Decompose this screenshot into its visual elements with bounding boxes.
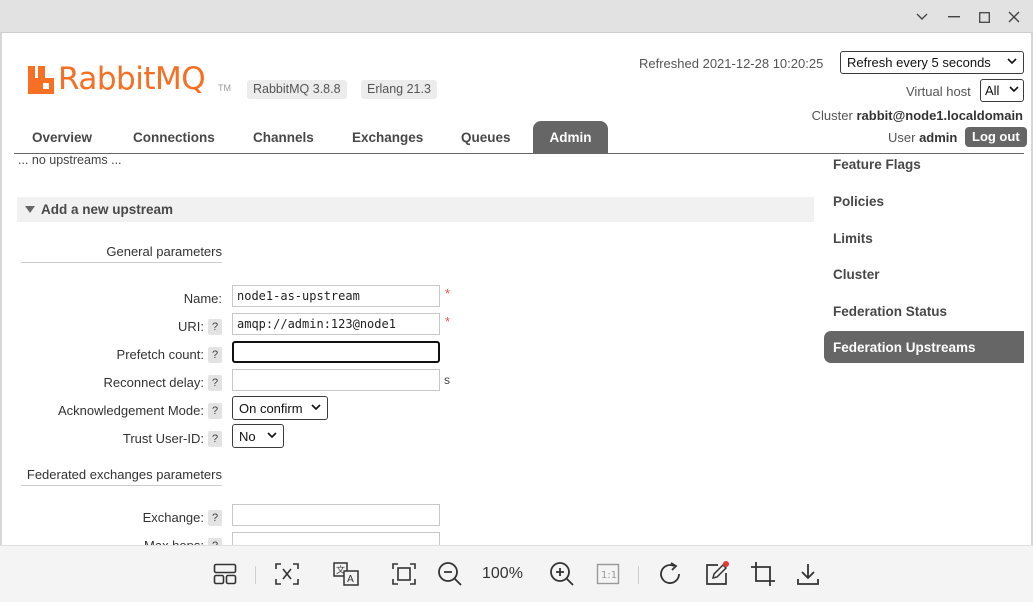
logo-wordmark: RabbitMQ (58, 61, 206, 97)
chevron-down-icon (311, 403, 321, 414)
ack-mode-value: On confirm (239, 400, 303, 416)
svg-text:1:1: 1:1 (601, 570, 617, 581)
uri-help-icon[interactable]: ? (208, 319, 222, 335)
virtual-host-select[interactable]: All (980, 79, 1024, 102)
chevron-down-icon (1009, 85, 1019, 96)
sidebar-item-policies[interactable]: Policies (824, 185, 1024, 217)
close-icon[interactable] (1003, 6, 1025, 28)
rabbit-logo-icon (28, 66, 54, 94)
virtual-host-value: All (985, 83, 1000, 98)
rabbitmq-version-badge: RabbitMQ 3.8.8 (247, 80, 347, 99)
refreshed-timestamp: Refreshed 2021-12-28 10:20:25 (639, 56, 824, 71)
rotate-icon[interactable] (656, 560, 684, 588)
toolbar-separator (255, 566, 256, 584)
no-upstreams-text: ... no upstreams ... (18, 153, 122, 167)
layout-icon[interactable] (211, 560, 239, 588)
trust-user-id-value: No (239, 428, 256, 444)
logo-trademark: TM (218, 83, 231, 93)
reconnect-delay-label: Reconnect delay: (103, 375, 204, 390)
tab-overview[interactable]: Overview (14, 121, 110, 154)
user-label: User (888, 130, 916, 145)
trust-user-id-select[interactable]: No (232, 424, 284, 448)
erlang-version-badge: Erlang 21.3 (361, 80, 437, 99)
zoom-in-icon[interactable] (548, 560, 576, 588)
trust-user-id-label: Trust User-ID: (122, 431, 204, 446)
prefetch-count-label: Prefetch count: (116, 347, 204, 362)
sidebar-item-feature-flags[interactable]: Feature Flags (824, 148, 1024, 180)
zoom-out-icon[interactable] (436, 560, 464, 588)
edit-icon[interactable] (703, 560, 731, 588)
trust-help-icon[interactable]: ? (208, 431, 222, 447)
federated-exchanges-heading: Federated exchanges parameters (21, 467, 222, 486)
tab-channels[interactable]: Channels (235, 121, 332, 154)
chevron-down-icon (267, 431, 277, 442)
sidebar-item-limits[interactable]: Limits (824, 222, 1024, 254)
prefetch-help-icon[interactable]: ? (208, 347, 222, 363)
exchange-input[interactable] (232, 504, 440, 526)
svg-text:A: A (347, 574, 354, 585)
logout-button[interactable]: Log out (965, 127, 1027, 147)
name-input[interactable]: node1-as-upstream (232, 285, 440, 307)
add-upstream-title: Add a new upstream (41, 202, 174, 217)
zoom-level: 100% (482, 565, 523, 582)
ack-help-icon[interactable]: ? (208, 403, 222, 419)
user-name: admin (919, 130, 958, 145)
general-parameters-heading: General parameters (21, 244, 222, 263)
toolbar-separator (638, 566, 639, 584)
viewer-toolbar: 文A 100% 1:1 (0, 545, 1033, 602)
window-frame-left (0, 33, 2, 545)
reconnect-delay-input[interactable] (232, 369, 440, 391)
sidebar-item-federation-upstreams[interactable]: Federation Upstreams (824, 331, 1024, 363)
refresh-interval-select[interactable]: Refresh every 5 seconds (840, 51, 1024, 74)
fit-screen-icon[interactable] (390, 560, 418, 588)
translate-icon[interactable]: 文A (332, 560, 360, 588)
name-label: Name: (183, 291, 222, 306)
tab-exchanges[interactable]: Exchanges (334, 121, 441, 154)
maximize-icon[interactable] (973, 6, 995, 28)
ack-mode-label: Acknowledgement Mode: (58, 403, 204, 418)
uri-input[interactable]: amqp://admin:123@node1 (232, 313, 440, 335)
sidebar-item-cluster[interactable]: Cluster (824, 258, 1024, 290)
tab-connections[interactable]: Connections (115, 121, 233, 154)
triangle-down-icon (25, 206, 35, 213)
prefetch-count-input[interactable] (232, 341, 440, 363)
minimize-icon[interactable] (943, 6, 965, 28)
tab-admin[interactable]: Admin (533, 121, 608, 154)
refresh-interval-value: Refresh every 5 seconds (847, 55, 991, 70)
rabbitmq-logo[interactable]: RabbitMQ TM (28, 61, 238, 99)
cluster-label: Cluster (811, 108, 853, 123)
actual-size-icon[interactable]: 1:1 (594, 560, 622, 588)
reconnect-unit: s (444, 373, 450, 387)
sidebar-item-federation-status[interactable]: Federation Status (824, 295, 1024, 327)
required-marker: * (445, 286, 451, 301)
user-info: User admin (888, 130, 957, 145)
cluster-info: Cluster rabbit@node1.localdomain (812, 108, 1023, 123)
download-icon[interactable] (794, 560, 822, 588)
window-titlebar (0, 0, 1033, 33)
chevron-down-icon (1007, 57, 1017, 68)
tab-queues[interactable]: Queues (443, 121, 529, 154)
chevron-down-icon[interactable] (911, 6, 933, 28)
crop-icon[interactable] (749, 560, 777, 588)
virtual-host-label: Virtual host (906, 84, 971, 99)
close-frame-icon[interactable] (273, 560, 301, 588)
cluster-name: rabbit@node1.localdomain (856, 108, 1023, 123)
uri-label: URI: (178, 319, 204, 334)
exchange-label: Exchange: (142, 510, 204, 525)
reconnect-help-icon[interactable]: ? (208, 375, 222, 391)
add-upstream-section-toggle[interactable]: Add a new upstream (17, 197, 814, 222)
exchange-help-icon[interactable]: ? (208, 510, 222, 526)
ack-mode-select[interactable]: On confirm (232, 396, 328, 420)
required-marker: * (445, 314, 451, 329)
